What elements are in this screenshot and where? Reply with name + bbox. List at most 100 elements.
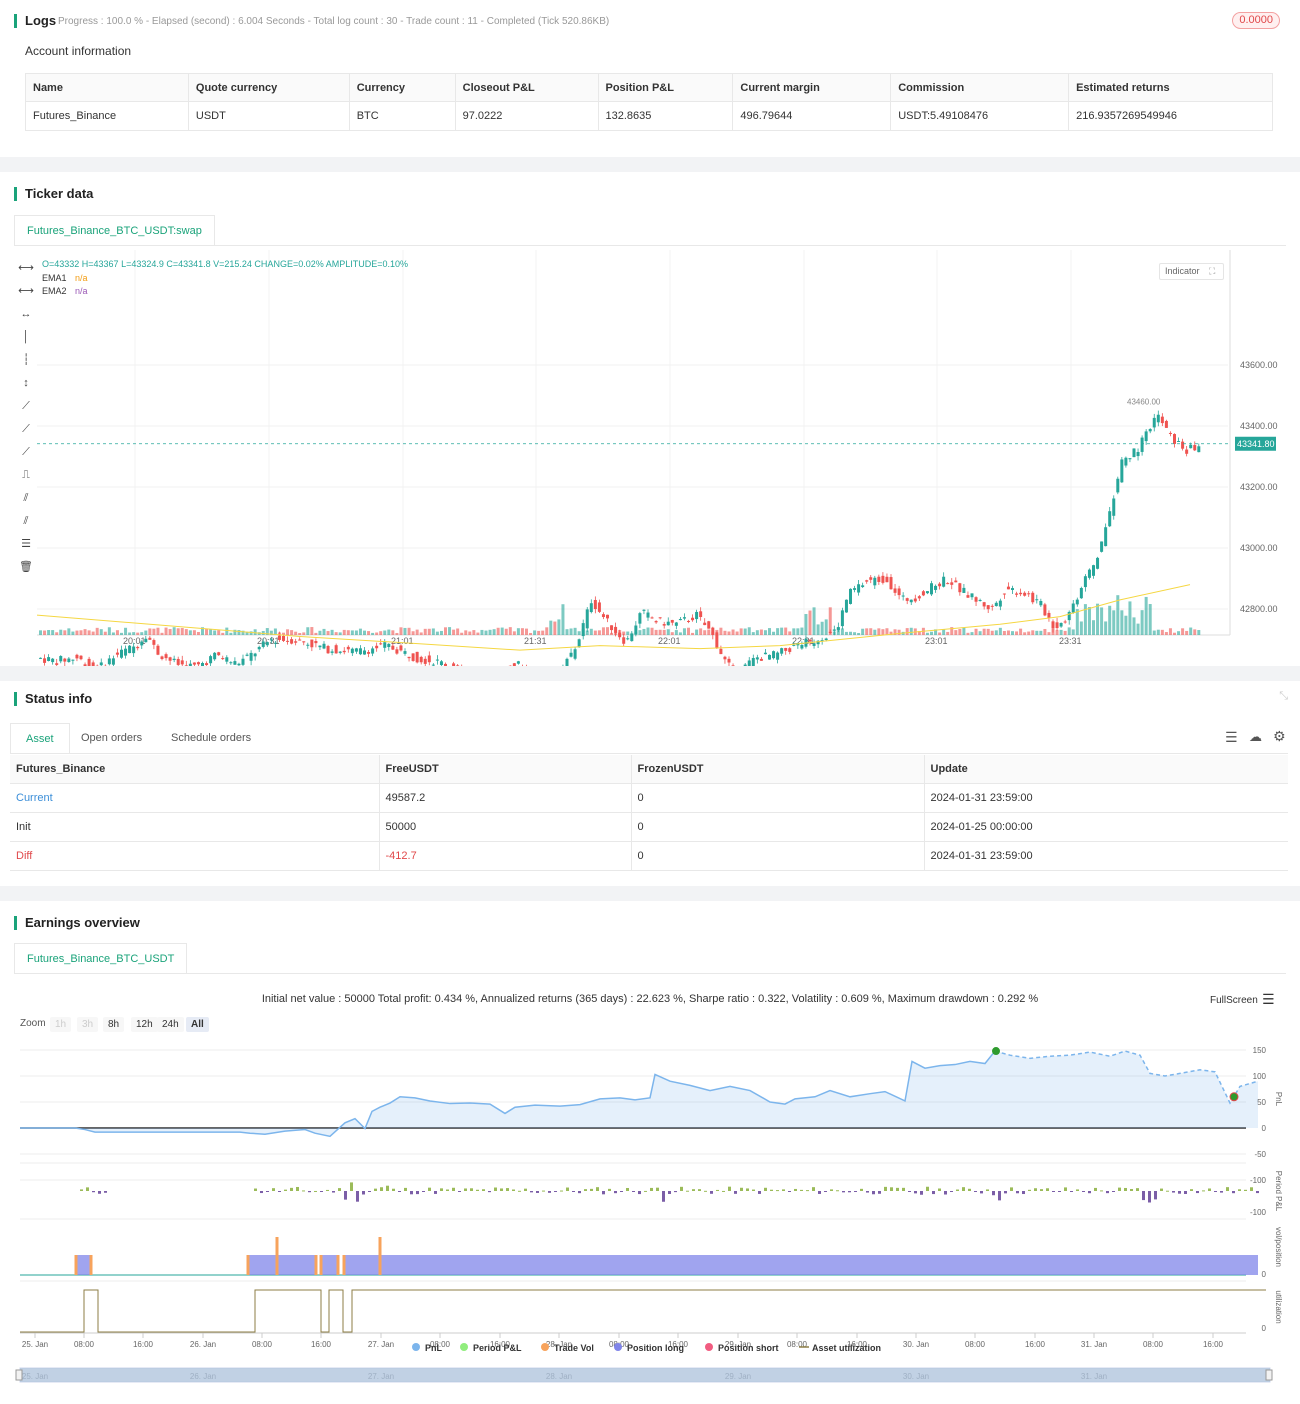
candle-body — [322, 643, 326, 649]
candle-body — [184, 665, 188, 666]
asset-header-cell: FrozenUSDT — [630, 755, 924, 784]
volume-bar — [662, 629, 666, 635]
tab-earnings-symbol[interactable]: Futures_Binance_BTC_USDT — [14, 943, 188, 974]
account-header-cell: Commission — [890, 73, 1070, 102]
volume-bar — [330, 629, 334, 635]
volume-bar — [209, 629, 213, 635]
volume-bar — [1108, 605, 1112, 635]
ohlc-readout: O=43332 H=43367 L=43324.9 C=43341.8 V=21… — [42, 259, 409, 269]
volume-bar — [549, 620, 553, 635]
volume-bar — [1173, 632, 1176, 635]
tab-ticker-symbol[interactable]: Futures_Binance_BTC_USDT:swap — [14, 215, 215, 246]
volume-bar — [298, 632, 302, 635]
volume-bar — [666, 629, 670, 635]
candle-body — [743, 664, 747, 666]
trade-vol-bar — [74, 1255, 78, 1275]
period-pnl-bar — [740, 1187, 743, 1191]
tab-open-orders[interactable]: Open orders — [69, 723, 154, 754]
menu-icon[interactable]: ☰ — [1262, 991, 1275, 1008]
tab-schedule-orders[interactable]: Schedule orders — [159, 723, 263, 754]
candle-body — [261, 641, 265, 647]
volume-bar — [557, 619, 561, 635]
cloud-download-icon[interactable]: ☁ — [1249, 729, 1262, 745]
x-tick-label: 22:01 — [658, 636, 681, 646]
volume-bar — [930, 631, 933, 635]
period-pnl-bar — [488, 1191, 491, 1193]
candlestick-chart[interactable]: 43600.00 43400.00 43200.00 43000.00 42800.00… — [0, 250, 1300, 666]
volume-bar — [597, 630, 601, 635]
period-pnl-bar — [692, 1189, 695, 1191]
volume-bar — [682, 628, 686, 635]
candle-body — [241, 658, 245, 665]
candle-body — [897, 588, 901, 596]
account-cell: BTC — [348, 101, 456, 131]
candle-body — [257, 646, 261, 650]
volume-bar — [306, 627, 310, 635]
period-pnl-bar — [1226, 1187, 1229, 1191]
period-pnl-bar — [1208, 1188, 1211, 1191]
volume-bar — [496, 627, 500, 635]
candle-body — [763, 652, 767, 655]
period-pnl-bar — [986, 1189, 989, 1191]
candle-body — [391, 645, 395, 650]
period-pnl-bar — [398, 1191, 401, 1192]
asset-header-cell: FreeUSDT — [378, 755, 631, 784]
period-pnl-bar — [578, 1191, 581, 1194]
candle-body — [569, 652, 573, 657]
navigator-tick-label: 26. Jan — [190, 1372, 216, 1381]
candle-body — [1006, 586, 1010, 590]
zoom-option[interactable]: All — [186, 1017, 209, 1032]
volume-bar — [1002, 631, 1006, 635]
expand-icon[interactable]: ⛶ — [1209, 266, 1215, 276]
volume-bar — [338, 632, 342, 635]
volume-bar — [294, 631, 298, 635]
candle-body — [249, 652, 253, 661]
volume-bar — [820, 621, 824, 635]
volume-bar — [966, 632, 970, 635]
period-pnl-bar — [1142, 1191, 1145, 1201]
ticker-panel: Ticker data Futures_Binance_BTC_USDT:swa… — [0, 172, 1300, 666]
candle-body — [87, 658, 91, 666]
period-pnl-bar — [746, 1188, 749, 1191]
candle-body — [731, 665, 735, 666]
candle-body — [1193, 445, 1197, 451]
earnings-chart[interactable]: 300250200150100500-50-100-10000PnLPeriod… — [0, 1039, 1300, 1404]
candle-body — [832, 629, 836, 631]
legend-item-label: PnL — [425, 1343, 443, 1353]
volume-bar — [974, 628, 978, 635]
volume-bar — [545, 627, 549, 635]
zoom-options: 1h 3h 8h 12h 24h All — [50, 1017, 220, 1033]
gear-icon[interactable]: ⚙ — [1273, 728, 1286, 745]
candle-body — [59, 656, 63, 662]
volume-bar — [233, 629, 237, 635]
zoom-option[interactable]: 1h — [50, 1017, 72, 1032]
volume-bar — [225, 627, 229, 635]
candle-body — [399, 645, 403, 651]
ticker-title: Ticker data — [14, 187, 93, 201]
collapse-icon[interactable]: ⤡ — [1279, 690, 1288, 703]
candle-body — [132, 646, 136, 654]
volume-bar — [120, 632, 123, 635]
period-pnl-bar — [566, 1187, 569, 1191]
navigator-handle-right[interactable] — [1265, 1369, 1273, 1381]
period-pnl-bar — [1064, 1187, 1067, 1191]
candle-body — [1019, 592, 1023, 595]
zoom-option[interactable]: 8h — [103, 1017, 125, 1032]
period-pnl-bar — [1058, 1191, 1061, 1192]
volume-bar — [71, 631, 75, 635]
volume-bar — [958, 629, 962, 635]
zoom-option[interactable]: 24h — [157, 1017, 184, 1032]
period-pnl-bar — [440, 1188, 443, 1191]
volume-bar — [286, 629, 290, 635]
zoom-option[interactable]: 3h — [77, 1017, 99, 1032]
tab-asset[interactable]: Asset — [10, 723, 70, 754]
volume-bar — [763, 630, 767, 635]
indicator-button[interactable]: Indicator ⛶ — [1159, 263, 1224, 280]
candle-body — [1043, 604, 1047, 616]
ema2-value: n/a — [75, 286, 88, 296]
list-icon[interactable]: ☰ — [1225, 729, 1238, 746]
volume-bar — [565, 629, 569, 635]
fullscreen-button[interactable]: FullScreen — [1210, 995, 1258, 1006]
zoom-option[interactable]: 12h — [131, 1017, 158, 1032]
volume-bar — [780, 627, 784, 635]
